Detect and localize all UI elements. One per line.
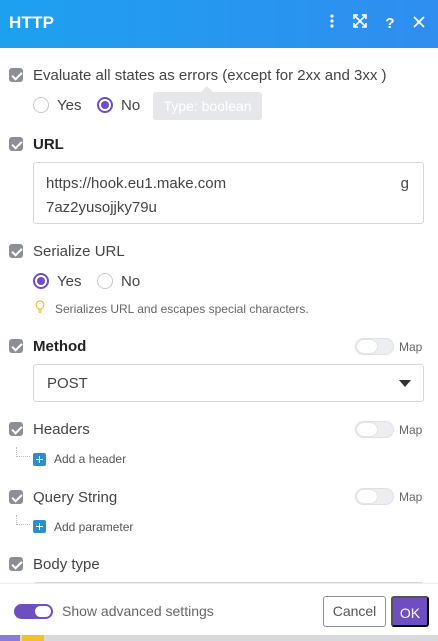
url-value-line2: 7az2yusojjky79u <box>46 199 157 216</box>
evaluate-errors-label: Evaluate all states as errors (except fo… <box>33 67 387 84</box>
type-tooltip: Type: boolean <box>153 86 262 120</box>
query-string-map-toggle[interactable] <box>355 488 394 505</box>
url-checkbox[interactable] <box>9 137 23 151</box>
bottom-bar-segment <box>22 635 44 641</box>
help-icon[interactable]: ? <box>381 14 399 34</box>
add-header-button[interactable]: Add a header <box>54 452 126 466</box>
add-parameter-button[interactable]: Add parameter <box>54 520 133 534</box>
caret-down-icon <box>399 380 411 387</box>
module-header: HTTP ? <box>0 0 438 48</box>
bottom-bar <box>0 635 438 641</box>
method-label: Method <box>33 338 87 355</box>
serialize-url-no-radio[interactable] <box>97 273 113 289</box>
add-parameter-plus-icon[interactable] <box>33 520 46 533</box>
url-value-tail: g <box>400 175 409 192</box>
headers-map-toggle[interactable] <box>355 421 394 438</box>
url-label: URL <box>33 136 64 153</box>
serialize-url-checkbox[interactable] <box>9 244 23 258</box>
tree-connector <box>16 515 30 525</box>
module-title: HTTP <box>9 13 55 32</box>
bottom-bar-segment <box>0 635 20 641</box>
headers-checkbox[interactable] <box>9 422 23 436</box>
body-type-label: Body type <box>33 556 100 573</box>
headers-label: Headers <box>33 421 90 438</box>
evaluate-errors-yes-radio[interactable] <box>33 97 49 113</box>
url-input[interactable]: https://hook.eu1.make.com 7az2yusojjky79… <box>33 162 424 224</box>
ok-button[interactable]: OK <box>391 596 429 627</box>
advanced-settings-toggle[interactable] <box>14 604 53 619</box>
evaluate-errors-yes-label: Yes <box>57 97 82 114</box>
expand-icon[interactable] <box>351 14 369 34</box>
advanced-settings-label: Show advanced settings <box>62 603 214 619</box>
evaluate-errors-checkbox[interactable] <box>9 68 23 82</box>
query-string-checkbox[interactable] <box>9 490 23 504</box>
serialize-url-no-label: No <box>121 273 141 290</box>
body-type-checkbox[interactable] <box>9 557 23 571</box>
method-select[interactable]: POST <box>33 364 424 402</box>
method-map-label: Map <box>399 340 423 354</box>
dialog-footer: Show advanced settings Cancel OK <box>0 583 438 635</box>
evaluate-errors-no-radio[interactable] <box>97 97 113 113</box>
evaluate-errors-no-label: No <box>121 97 141 114</box>
tree-connector <box>16 447 30 457</box>
serialize-url-yes-label: Yes <box>57 273 82 290</box>
url-redaction <box>284 171 404 195</box>
more-vertical-icon[interactable] <box>323 14 341 34</box>
headers-map-label: Map <box>399 423 423 437</box>
close-icon[interactable] <box>410 14 428 34</box>
serialize-url-hint: Serializes URL and escapes special chara… <box>55 302 309 316</box>
serialize-url-yes-radio[interactable] <box>33 273 49 289</box>
serialize-url-label: Serialize URL <box>33 243 125 260</box>
method-value: POST <box>47 375 88 392</box>
query-string-map-label: Map <box>399 490 423 504</box>
method-checkbox[interactable] <box>9 339 23 353</box>
lightbulb-icon <box>35 300 45 314</box>
cancel-button[interactable]: Cancel <box>323 596 386 627</box>
method-map-toggle[interactable] <box>355 338 394 355</box>
add-header-plus-icon[interactable] <box>33 453 46 466</box>
query-string-label: Query String <box>33 489 118 506</box>
